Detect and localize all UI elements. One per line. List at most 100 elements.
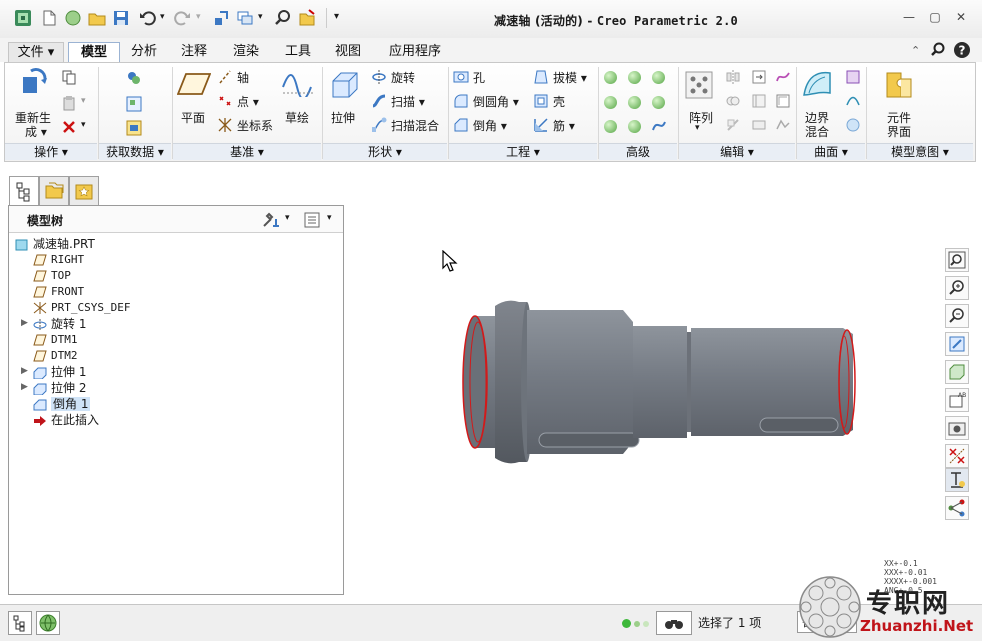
csys-icon[interactable] <box>217 117 233 133</box>
help-icon[interactable]: ? <box>953 41 971 59</box>
plane-button[interactable]: 平面 <box>181 109 205 126</box>
revolve-icon[interactable] <box>371 69 387 85</box>
boundary-blend-large-icon[interactable] <box>801 69 833 101</box>
open-model-icon[interactable] <box>64 9 82 27</box>
group-label-shape[interactable]: 形状 ▾ <box>323 143 447 160</box>
spin-center-button[interactable] <box>945 496 969 520</box>
offset-icon[interactable] <box>775 93 791 109</box>
sweep-icon[interactable] <box>371 93 387 109</box>
group-label-model-intent[interactable]: 模型意图 ▾ <box>867 143 973 160</box>
tree-settings-icon[interactable] <box>261 211 281 229</box>
rib-button[interactable]: 筋 ▾ <box>553 117 575 134</box>
zoom-in-button[interactable] <box>945 276 969 300</box>
tab-model-tree[interactable] <box>9 176 39 205</box>
tree-expander-icon[interactable]: ▶ <box>21 366 28 376</box>
user-defined-feature-icon[interactable] <box>125 69 143 87</box>
advanced-feature-icon[interactable] <box>604 71 617 84</box>
draft-button[interactable]: 拔模 ▾ <box>553 69 587 86</box>
group-label-operations[interactable]: 操作 ▾ <box>5 143 97 160</box>
customize-quick-access-icon[interactable]: ▾ <box>334 11 352 29</box>
tab-tools[interactable]: 工具 <box>276 42 320 62</box>
copy-icon[interactable] <box>61 69 77 85</box>
advanced-feature-icon[interactable] <box>604 96 617 109</box>
round-icon[interactable] <box>453 93 469 109</box>
merge-inheritance-icon[interactable] <box>125 119 143 137</box>
tree-item[interactable]: 旋转 1 <box>33 316 86 332</box>
tab-favorites[interactable] <box>69 176 99 205</box>
tree-item[interactable]: PRT_CSYS_DEF <box>33 300 130 316</box>
display-style-button[interactable] <box>945 360 969 384</box>
pattern-dropdown-icon[interactable]: ▾ <box>695 123 700 133</box>
new-file-icon[interactable] <box>40 9 58 27</box>
csys-button[interactable]: 坐标系 <box>237 117 273 134</box>
tree-item[interactable]: 拉伸 2 <box>33 380 86 396</box>
extrude-large-icon[interactable] <box>329 69 361 101</box>
component-interface-large-icon[interactable] <box>883 69 915 101</box>
tree-item[interactable]: DTM2 <box>33 348 78 364</box>
tab-annotate[interactable]: 注释 <box>172 42 216 62</box>
annotation-display-button[interactable] <box>945 468 969 492</box>
advanced-feature-icon[interactable] <box>652 71 665 84</box>
round-button[interactable]: 倒圆角 ▾ <box>473 93 519 110</box>
revolve-button[interactable]: 旋转 <box>391 69 415 86</box>
tree-item[interactable]: RIGHT <box>33 252 84 268</box>
project-icon[interactable] <box>775 69 791 85</box>
find-button[interactable] <box>656 611 692 635</box>
group-label-datum[interactable]: 基准 ▾ <box>173 143 321 160</box>
axis-button[interactable]: 轴 <box>237 69 249 86</box>
swept-blend-icon[interactable] <box>371 117 387 133</box>
extend-icon[interactable] <box>751 69 767 85</box>
close-button[interactable]: ✕ <box>951 10 971 26</box>
minimize-button[interactable]: — <box>899 10 919 26</box>
tab-folder-browser[interactable] <box>39 176 69 205</box>
shell-icon[interactable] <box>533 93 549 109</box>
windows-icon[interactable] <box>236 9 254 27</box>
trim-icon[interactable] <box>725 117 741 133</box>
repaint-button[interactable] <box>945 332 969 356</box>
point-button[interactable]: 点 ▾ <box>237 93 259 110</box>
view-manager-button[interactable] <box>945 416 969 440</box>
swept-blend-button[interactable]: 扫描混合 <box>391 117 439 134</box>
advanced-feature-icon[interactable] <box>652 96 665 109</box>
tab-model[interactable]: 模型 <box>68 42 120 63</box>
sketch-large-icon[interactable] <box>281 71 315 97</box>
advanced-feature-icon[interactable] <box>628 120 641 133</box>
pattern-large-icon[interactable] <box>683 69 715 101</box>
tree-settings-dropdown-icon[interactable]: ▾ <box>285 213 290 223</box>
close-window-icon[interactable] <box>298 9 316 27</box>
advanced-feature-icon[interactable] <box>604 120 617 133</box>
refit-button[interactable] <box>945 248 969 272</box>
open-folder-icon[interactable] <box>88 9 106 27</box>
hole-icon[interactable] <box>453 69 469 85</box>
paste-dropdown-icon[interactable]: ▾ <box>81 96 86 106</box>
undo-icon[interactable] <box>138 9 156 27</box>
datum-plane-large-icon[interactable] <box>177 71 211 97</box>
group-label-advanced[interactable]: 高级 <box>599 143 677 160</box>
search-icon[interactable] <box>274 9 292 27</box>
intersect-icon[interactable] <box>751 93 767 109</box>
shaft-model[interactable] <box>455 292 865 472</box>
regenerate-large-icon[interactable] <box>19 67 51 99</box>
advanced-feature-icon[interactable] <box>628 71 641 84</box>
group-label-get-data[interactable]: 获取数据 ▾ <box>99 143 171 160</box>
style-icon[interactable] <box>845 93 861 109</box>
extrude-button[interactable]: 拉伸 <box>331 109 355 126</box>
chamfer-button[interactable]: 倒角 ▾ <box>473 117 507 134</box>
datum-point-icon[interactable] <box>217 93 233 109</box>
zoom-out-button[interactable] <box>945 304 969 328</box>
warp-icon[interactable] <box>651 118 667 134</box>
delete-dropdown-icon[interactable]: ▾ <box>81 120 86 130</box>
tree-item[interactable]: 减速轴.PRT <box>15 236 95 252</box>
group-label-surfaces[interactable]: 曲面 ▾ <box>797 143 865 160</box>
tab-analysis[interactable]: 分析 <box>122 42 166 62</box>
group-label-engineering[interactable]: 工程 ▾ <box>449 143 597 160</box>
tab-view[interactable]: 视图 <box>326 42 370 62</box>
tree-expander-icon[interactable]: ▶ <box>21 318 28 328</box>
merge-icon[interactable] <box>725 93 741 109</box>
datum-display-button[interactable] <box>945 444 969 468</box>
mirror-icon[interactable] <box>725 69 741 85</box>
sketch-button[interactable]: 草绘 <box>285 109 309 126</box>
tree-filters-icon[interactable] <box>303 211 321 229</box>
tree-item[interactable]: 倒角 1 <box>33 396 91 412</box>
thicken-icon[interactable] <box>751 117 767 133</box>
